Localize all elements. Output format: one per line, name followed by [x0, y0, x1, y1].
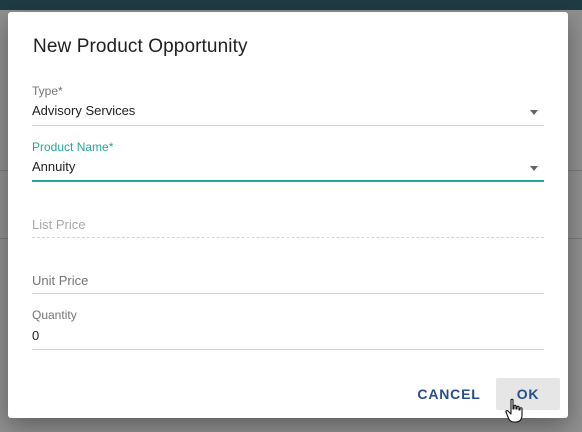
- cancel-button[interactable]: CANCEL: [413, 378, 485, 410]
- quantity-label: Quantity: [32, 308, 77, 322]
- list-price-field: List Price: [32, 217, 544, 239]
- type-select[interactable]: Type* Advisory Services: [32, 84, 544, 126]
- unit-price-field[interactable]: Unit Price: [32, 273, 544, 295]
- unit-price-underline: [32, 293, 544, 294]
- product-name-label: Product Name*: [32, 140, 114, 154]
- type-value: Advisory Services: [32, 103, 136, 118]
- unit-price-label: Unit Price: [32, 273, 89, 288]
- chevron-down-icon[interactable]: [530, 166, 538, 171]
- product-name-underline: [32, 180, 544, 182]
- quantity-value[interactable]: 0: [32, 328, 39, 343]
- product-name-select[interactable]: Product Name* Annuity: [32, 140, 544, 184]
- dialog-title: New Product Opportunity: [33, 36, 248, 57]
- app-header-bar: [0, 0, 582, 10]
- quantity-field[interactable]: Quantity 0: [32, 308, 544, 350]
- product-name-value: Annuity: [32, 159, 76, 174]
- chevron-down-icon[interactable]: [530, 110, 538, 115]
- list-price-underline: [32, 237, 544, 238]
- type-label: Type*: [32, 84, 63, 98]
- hand-pointer-icon: [505, 398, 525, 429]
- quantity-underline: [32, 349, 544, 350]
- type-underline: [32, 125, 544, 126]
- list-price-label: List Price: [32, 217, 86, 232]
- new-product-opportunity-dialog: New Product Opportunity Type* Advisory S…: [8, 12, 568, 418]
